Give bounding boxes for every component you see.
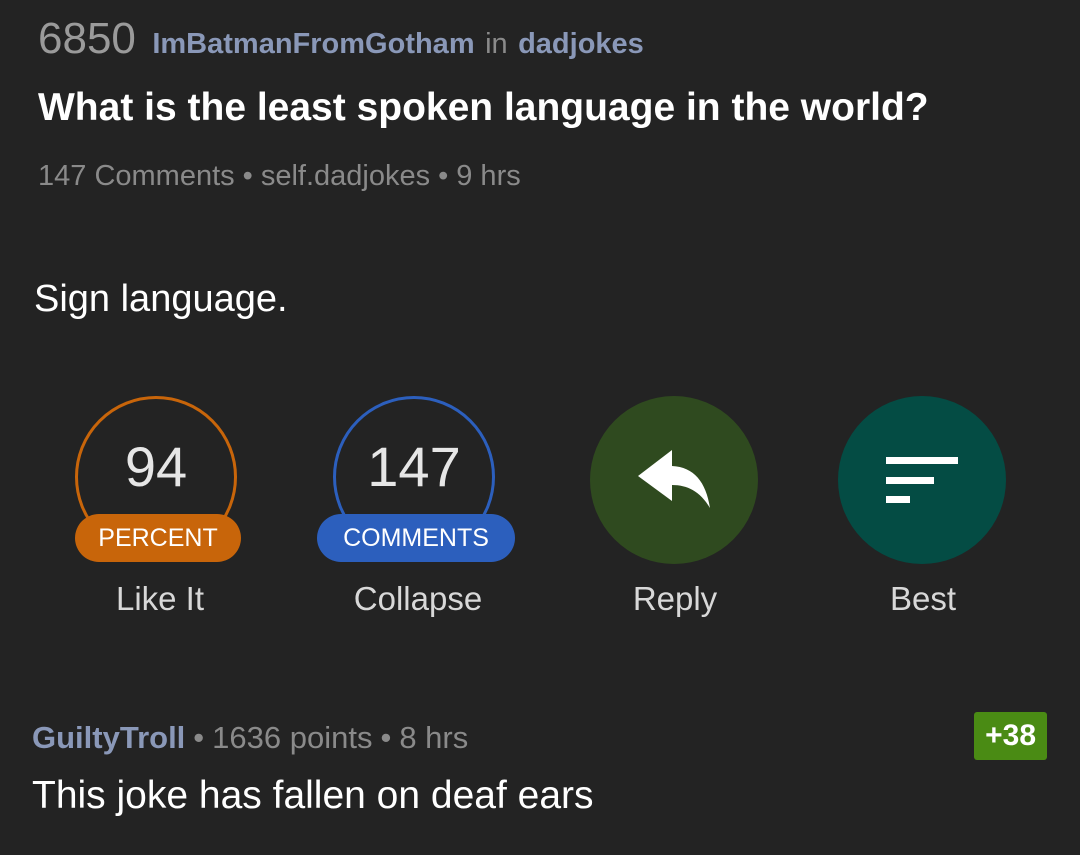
subreddit-link[interactable]: dadjokes (518, 28, 644, 60)
post-score: 6850 (38, 14, 136, 63)
post-header: 6850 ImBatmanFromGotham in dadjokes (38, 14, 644, 64)
comment-count-value: 147 (367, 435, 461, 498)
reply-label: Reply (632, 580, 718, 617)
comment-score-badge: +38 (974, 712, 1047, 760)
reply-arrow-icon (638, 450, 710, 508)
in-label: in (485, 28, 508, 60)
comments-count[interactable]: 147 Comments (38, 160, 235, 192)
like-percent-value: 94 (124, 435, 188, 498)
comment-points: 1636 points (212, 720, 373, 755)
comment-meta: GuiltyTroll • 1636 points • 8 hrs (32, 720, 468, 756)
best-label: Best (889, 580, 957, 617)
percent-pill: PERCENT (75, 514, 241, 562)
comment-author-link[interactable]: GuiltyTroll (32, 720, 185, 755)
post-age: 9 hrs (456, 160, 521, 192)
like-action[interactable]: 94 PERCENT Like It (75, 396, 245, 636)
collapse-action[interactable]: 147 COMMENTS Collapse (317, 396, 515, 636)
separator: • (380, 720, 392, 755)
comment-text[interactable]: This joke has fallen on deaf ears (32, 774, 594, 818)
collapse-label: Collapse (353, 580, 483, 617)
separator: • (438, 160, 449, 192)
best-sort-button[interactable] (838, 396, 1006, 564)
comments-pill: COMMENTS (317, 514, 515, 562)
post-body: Sign language. (34, 278, 288, 320)
post-domain[interactable]: self.dadjokes (261, 160, 430, 192)
post-author-link[interactable]: ImBatmanFromGotham (152, 28, 474, 60)
post-title[interactable]: What is the least spoken language in the… (38, 86, 929, 130)
comment-age: 8 hrs (399, 720, 469, 755)
sort-icon (886, 457, 958, 503)
post-meta: 147 Comments • self.dadjokes • 9 hrs (38, 160, 521, 193)
reply-action[interactable]: Reply (590, 396, 760, 636)
reply-button[interactable] (590, 396, 758, 564)
separator: • (242, 160, 253, 192)
separator: • (193, 720, 205, 755)
like-label: Like It (115, 580, 205, 617)
best-sort-action[interactable]: Best (838, 396, 1008, 636)
